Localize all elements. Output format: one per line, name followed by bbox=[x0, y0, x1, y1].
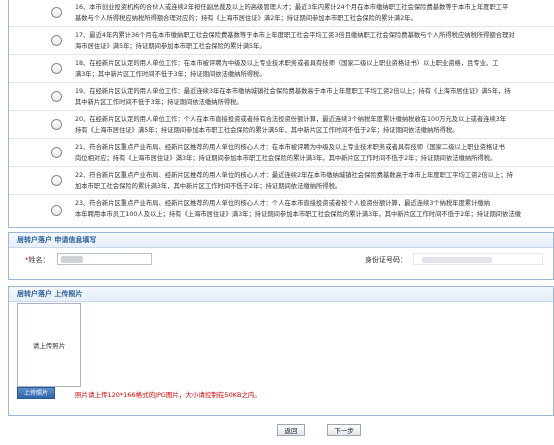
option-text-23: 23、符合新片区重点产业布局、经新片区推荐的用人单位的核心人才：个人在本市直接投… bbox=[75, 198, 554, 220]
option-text-line: 22、符合新片区重点产业布局、经新片区推荐的用人单位的核心人才：最近连续2年在本… bbox=[75, 172, 513, 179]
option-text-line: 19、在经新片区认定的用人单位工作：最近连续3年在本市缴纳城镇社会保险费基数高于… bbox=[75, 88, 511, 95]
applicant-info-title: 居转户落户 申请信息填写 bbox=[9, 233, 553, 248]
option-text-17: 17、最近4年内累计36个月在本市缴纳职工社会保险费基数等于本市上年度职工社会平… bbox=[75, 30, 554, 52]
option-text-line: 16、本市创业投资机构的合伙人或连续2年担任副总裁及以上的高级管理人才；最近3年… bbox=[75, 4, 509, 11]
option-radio-16[interactable] bbox=[51, 7, 62, 18]
id-number-input[interactable] bbox=[413, 253, 543, 265]
option-text-line: 18、在经新片区认定的用人单位工作：在本市被评聘为中级及以上专业技术职务或者具有… bbox=[75, 60, 499, 67]
option-text-line: 基数与个人所得税应纳税所得额合理对应的；持有《上海市居住证》满2年；持证期间参加… bbox=[75, 15, 417, 22]
option-text-line: 23、符合新片区重点产业布局、经新片区推荐的用人单位的核心人才：个人在本市直接投… bbox=[75, 200, 491, 207]
option-text-line: 本年聘用本市员工100人及以上；持有《上海市居住证》满3年；持证期间参加本市职工… bbox=[75, 211, 521, 218]
option-text-line: 其中新片区工作时间不低于3年；持证期间依法缴纳所得税。 bbox=[75, 99, 243, 106]
option-text-line: 海市居住证》满5年；持证期间参加本市职工社会保险的累计满5年。 bbox=[75, 43, 266, 50]
option-radio-23[interactable] bbox=[51, 204, 62, 216]
option-radio-22[interactable] bbox=[51, 174, 62, 186]
option-text-19: 19、在经新片区认定的用人单位工作：最近连续3年在本市缴纳城镇社会保险费基数高于… bbox=[75, 86, 554, 108]
option-row-18[interactable]: 18、在经新片区认定的用人单位工作：在本市被评聘为中级及以上专业技术职务或者具有… bbox=[9, 55, 554, 83]
option-radio-19[interactable] bbox=[51, 90, 62, 102]
photo-placeholder-text: 请上传照片 bbox=[32, 342, 66, 350]
id-number-label: 身份证号码： bbox=[365, 256, 407, 264]
applicant-info-panel: 居转户落户 申请信息填写 *姓名： 身份证号码： bbox=[8, 232, 554, 280]
option-row-19[interactable]: 19、在经新片区认定的用人单位工作：最近连续3年在本市缴纳城镇社会保险费基数高于… bbox=[9, 83, 554, 111]
upload-photo-button[interactable]: 上传照片 bbox=[17, 387, 55, 399]
option-row-23[interactable]: 23、符合新片区重点产业布局、经新片区推荐的用人单位的核心人才：个人在本市直接投… bbox=[9, 195, 554, 226]
option-radio-17[interactable] bbox=[51, 34, 62, 46]
option-text-line: 加本市职工社会保险的累计满3年，其中新片区工作时间不低于2年；持证期间依法缴纳所… bbox=[75, 183, 342, 190]
name-label-text: 姓名： bbox=[28, 256, 50, 264]
option-text-line: 满3年；其中新片区工作时间不低于3年；持证期间依法缴纳所得税。 bbox=[75, 71, 266, 78]
option-text-line: 持有《上海市居住证》满5年；持证期间参加本市职工社会保险的累计满5年，其中新片区… bbox=[75, 127, 459, 134]
option-text-20: 20、在经新片区认定的用人单位工作：个人在本市直接投资或者持有合法投资份额计算，… bbox=[75, 114, 554, 136]
name-field-label: *姓名： bbox=[25, 255, 50, 265]
photo-preview-box: 请上传照片 bbox=[17, 303, 81, 387]
name-input[interactable] bbox=[57, 253, 152, 265]
redacted-id bbox=[422, 257, 492, 263]
option-radio-21[interactable] bbox=[51, 146, 62, 158]
option-text-line: 17、最近4年内累计36个月在本市缴纳职工社会保险费基数等于本市上年度职工社会平… bbox=[75, 32, 515, 39]
option-text-18: 18、在经新片区认定的用人单位工作：在本市被评聘为中级及以上专业技术职务或者具有… bbox=[75, 58, 554, 80]
next-step-button[interactable]: 下一步 bbox=[327, 424, 361, 436]
option-radio-18[interactable] bbox=[51, 62, 62, 74]
redacted-name bbox=[61, 256, 83, 263]
option-radio-20[interactable] bbox=[51, 118, 62, 130]
photo-upload-title: 居转户落户 上传照片 bbox=[9, 287, 553, 302]
option-text-line: 岗位相对应；持有《上海市居住证》满3年；持证期间参加本市职工社会保险的累计满3年… bbox=[75, 155, 497, 162]
option-row-20[interactable]: 20、在经新片区认定的用人单位工作：个人在本市直接投资或者持有合法投资份额计算，… bbox=[9, 111, 554, 139]
photo-upload-hint: 照片请上传120*166格式的JPG图片，大小请控制在50KB之内。 bbox=[75, 391, 261, 399]
qualification-options-list[interactable]: 16、本市创业投资机构的合伙人或连续2年担任副总裁及以上的高级管理人才；最近3年… bbox=[8, 0, 554, 228]
option-row-17[interactable]: 17、最近4年内累计36个月在本市缴纳职工社会保险费基数等于本市上年度职工社会平… bbox=[9, 27, 554, 55]
option-text-line: 21、符合新片区重点产业布局、经新片区推荐的用人单位的核心人才：在本市被评聘为中… bbox=[75, 144, 505, 151]
option-row-21[interactable]: 21、符合新片区重点产业布局、经新片区推荐的用人单位的核心人才：在本市被评聘为中… bbox=[9, 139, 554, 167]
option-text-22: 22、符合新片区重点产业布局、经新片区推荐的用人单位的核心人才：最近连续2年在本… bbox=[75, 170, 554, 192]
photo-upload-panel: 居转户落户 上传照片 请上传照片 上传照片 照片请上传120*166格式的JPG… bbox=[8, 286, 554, 416]
option-text-21: 21、符合新片区重点产业布局、经新片区推荐的用人单位的核心人才：在本市被评聘为中… bbox=[75, 142, 554, 164]
option-row-16[interactable]: 16、本市创业投资机构的合伙人或连续2年担任副总裁及以上的高级管理人才；最近3年… bbox=[9, 0, 554, 27]
back-button[interactable]: 返回 bbox=[277, 424, 305, 436]
option-row-22[interactable]: 22、符合新片区重点产业布局、经新片区推荐的用人单位的核心人才：最近连续2年在本… bbox=[9, 167, 554, 195]
page: 16、本市创业投资机构的合伙人或连续2年担任副总裁及以上的高级管理人才；最近3年… bbox=[0, 0, 554, 445]
option-text-line: 20、在经新片区认定的用人单位工作：个人在本市直接投资或者持有合法投资份额计算，… bbox=[75, 116, 507, 123]
option-text-16: 16、本市创业投资机构的合伙人或连续2年担任副总裁及以上的高级管理人才；最近3年… bbox=[75, 2, 554, 24]
